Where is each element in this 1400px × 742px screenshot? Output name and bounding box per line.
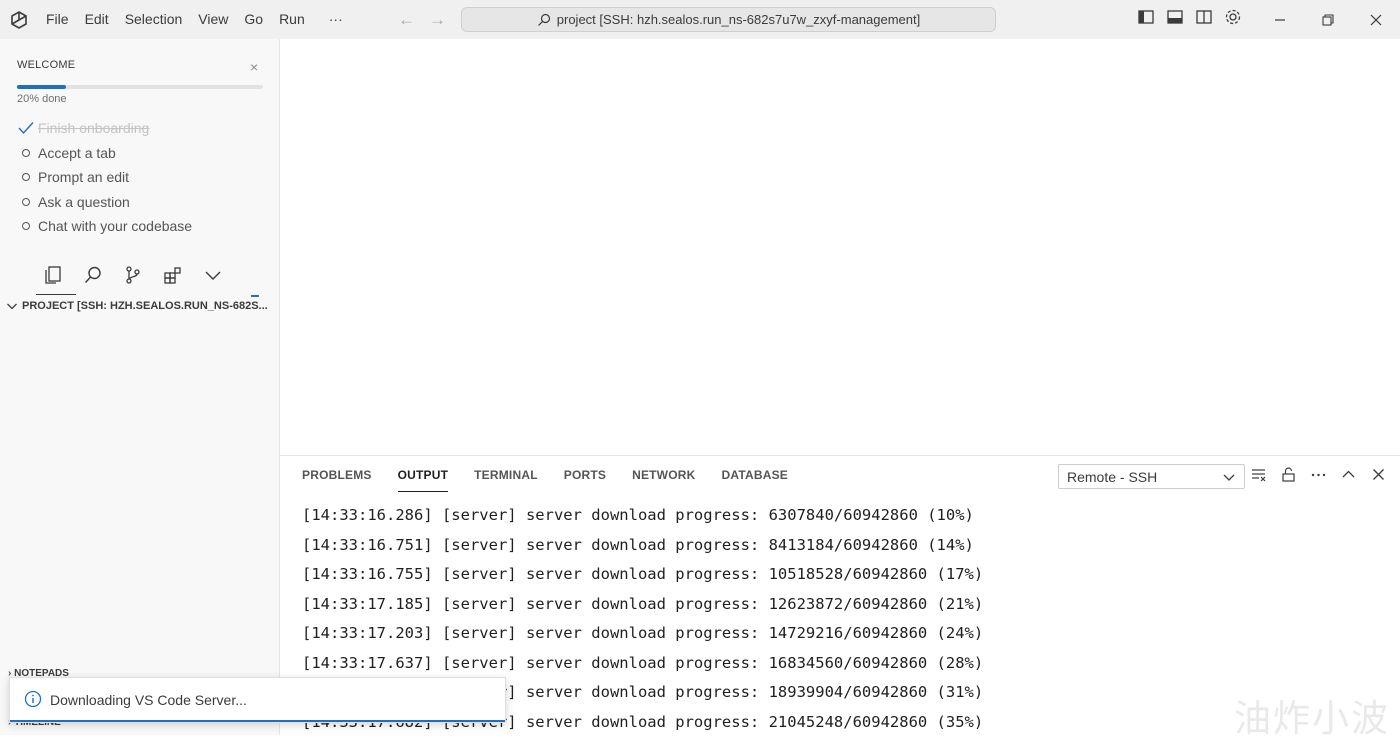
circle-icon	[18, 173, 38, 182]
navigation-arrows: ← →	[398, 0, 446, 39]
search-icon[interactable]	[80, 261, 106, 289]
toggle-panel-icon[interactable]	[1165, 7, 1185, 32]
restore-icon[interactable]	[1304, 0, 1352, 39]
close-window-icon[interactable]	[1352, 0, 1400, 39]
onboarding-item-prompt-edit[interactable]: Prompt an edit	[18, 165, 192, 190]
title-bar: File Edit Selection View Go Run ··· ← → …	[0, 0, 1400, 39]
explorer-icon[interactable]	[36, 261, 76, 295]
chevron-down-icon	[1223, 474, 1235, 481]
activity-bar	[36, 261, 226, 295]
output-channel-select[interactable]: Remote - SSH	[1058, 464, 1245, 489]
menu-edit[interactable]: Edit	[77, 0, 117, 39]
minimize-icon[interactable]	[1256, 0, 1304, 39]
tab-output[interactable]: OUTPUT	[397, 468, 449, 492]
tab-ports[interactable]: PORTS	[564, 468, 606, 490]
editor-area[interactable]	[280, 39, 1400, 455]
app-logo-icon	[0, 0, 38, 39]
watermark: 油炸小波	[1234, 697, 1390, 740]
circle-icon	[18, 197, 38, 206]
more-actions-icon[interactable]	[1310, 466, 1327, 488]
welcome-heading: WELCOME	[17, 59, 76, 71]
toggle-secondary-sidebar-icon[interactable]	[1194, 7, 1214, 32]
onboarding-item-label: Ask a question	[38, 193, 130, 210]
chevron-down-icon	[6, 300, 22, 312]
tab-terminal[interactable]: TERMINAL	[474, 468, 538, 490]
tab-database[interactable]: DATABASE	[721, 468, 788, 490]
menu-bar: File Edit Selection View Go Run ···	[38, 0, 351, 39]
onboarding-item-ask-question[interactable]: Ask a question	[18, 190, 192, 215]
settings-gear-icon[interactable]	[1223, 7, 1243, 32]
sidebar: WELCOME × 20% done Finish onboarding Acc…	[0, 39, 280, 735]
panel-actions	[1250, 464, 1387, 489]
menu-selection[interactable]: Selection	[117, 0, 191, 39]
menu-run[interactable]: Run	[271, 0, 313, 39]
onboarding-progress-fill	[17, 85, 67, 89]
explorer-project-header[interactable]: PROJECT [SSH: HZH.SEALOS.RUN_NS-682S...	[6, 300, 268, 312]
explorer-project-label: PROJECT [SSH: HZH.SEALOS.RUN_NS-682S...	[22, 300, 268, 312]
notification-message: Downloading VS Code Server...	[50, 692, 247, 708]
onboarding-item-finish-onboarding[interactable]: Finish onboarding	[18, 116, 192, 141]
output-line: [14:33:17.637] [server] server download …	[302, 653, 984, 672]
onboarding-progress-bar	[17, 85, 263, 89]
onboarding-item-label: Accept a tab	[38, 144, 116, 161]
onboarding-item-accept-tab[interactable]: Accept a tab	[18, 141, 192, 166]
panel-tabs: PROBLEMS OUTPUT TERMINAL PORTS NETWORK D…	[302, 468, 814, 492]
window-controls	[1256, 0, 1400, 39]
menu-more[interactable]: ···	[321, 0, 351, 39]
search-icon	[537, 13, 550, 26]
forward-arrow-icon[interactable]: →	[429, 10, 446, 30]
circle-icon	[18, 222, 38, 231]
close-panel-icon[interactable]	[1370, 466, 1387, 488]
toggle-primary-sidebar-icon[interactable]	[1136, 7, 1156, 32]
output-line: [14:33:16.751] [server] server download …	[302, 535, 974, 554]
onboarding-item-chat-codebase[interactable]: Chat with your codebase	[18, 214, 192, 239]
output-line: [14:33:16.286] [server] server download …	[302, 506, 974, 524]
command-center[interactable]: project [SSH: hzh.sealos.run_ns-682s7u7w…	[461, 7, 996, 32]
checkmark-icon	[18, 121, 38, 135]
menu-view[interactable]: View	[190, 0, 236, 39]
output-channel-value: Remote - SSH	[1067, 468, 1158, 485]
tab-network[interactable]: NETWORK	[632, 468, 695, 490]
notification-progress-bar	[10, 720, 505, 722]
onboarding-list: Finish onboarding Accept a tab Prompt an…	[18, 116, 192, 239]
extensions-icon[interactable]	[160, 261, 186, 289]
info-icon	[24, 690, 42, 711]
onboarding-item-label: Finish onboarding	[38, 120, 150, 137]
layout-controls	[1136, 0, 1243, 39]
menu-file[interactable]: File	[38, 0, 77, 39]
onboarding-progress-text: 20% done	[17, 93, 67, 105]
onboarding-item-label: Prompt an edit	[38, 169, 130, 186]
source-control-icon[interactable]	[120, 261, 146, 289]
output-line: [14:33:16.755] [server] server download …	[302, 565, 984, 583]
clear-output-icon[interactable]	[1250, 466, 1267, 488]
chevron-down-icon[interactable]	[200, 261, 226, 289]
notification-toast[interactable]: Downloading VS Code Server...	[9, 677, 506, 723]
onboarding-item-label: Chat with your codebase	[38, 218, 193, 235]
output-line: [14:33:17.185] [server] server download …	[302, 594, 984, 613]
back-arrow-icon[interactable]: ←	[398, 10, 415, 30]
activity-indicator	[251, 295, 259, 297]
circle-icon	[18, 148, 38, 157]
lock-icon[interactable]	[1280, 466, 1297, 488]
command-center-label: project [SSH: hzh.sealos.run_ns-682s7u7w…	[556, 12, 921, 27]
maximize-panel-icon[interactable]	[1340, 466, 1357, 488]
tab-problems[interactable]: PROBLEMS	[302, 468, 372, 490]
menu-go[interactable]: Go	[236, 0, 271, 39]
welcome-close-icon[interactable]: ×	[250, 59, 258, 75]
output-line: [14:33:17.203] [server] server download …	[302, 624, 984, 642]
